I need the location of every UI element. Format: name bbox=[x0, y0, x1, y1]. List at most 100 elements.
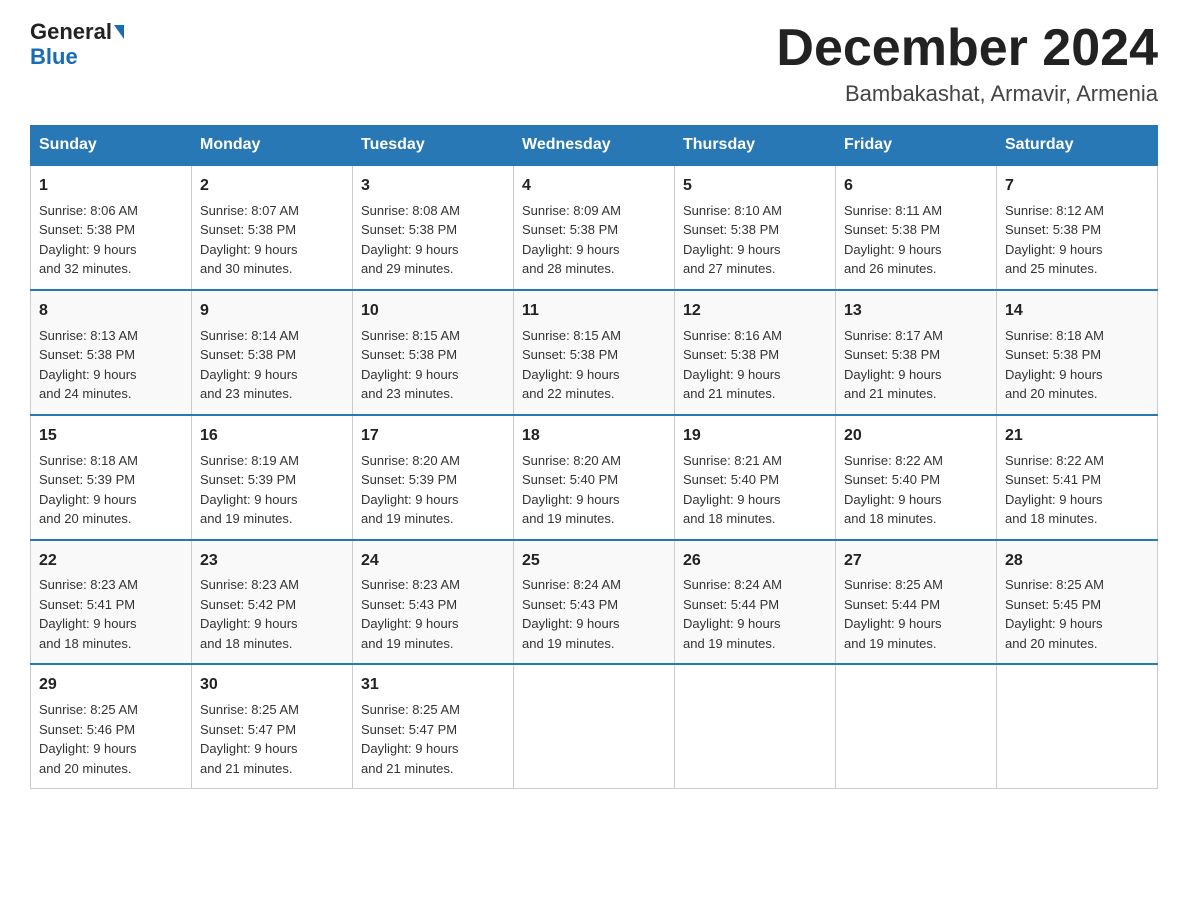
table-row: 13Sunrise: 8:17 AMSunset: 5:38 PMDayligh… bbox=[836, 290, 997, 415]
table-row: 12Sunrise: 8:16 AMSunset: 5:38 PMDayligh… bbox=[675, 290, 836, 415]
day-info: Sunrise: 8:25 AMSunset: 5:46 PMDaylight:… bbox=[39, 700, 183, 778]
table-row: 7Sunrise: 8:12 AMSunset: 5:38 PMDaylight… bbox=[997, 165, 1158, 290]
day-number: 25 bbox=[522, 549, 666, 574]
day-number: 2 bbox=[200, 174, 344, 199]
day-number: 20 bbox=[844, 424, 988, 449]
day-info: Sunrise: 8:21 AMSunset: 5:40 PMDaylight:… bbox=[683, 451, 827, 529]
table-row: 22Sunrise: 8:23 AMSunset: 5:41 PMDayligh… bbox=[31, 540, 192, 665]
table-row: 21Sunrise: 8:22 AMSunset: 5:41 PMDayligh… bbox=[997, 415, 1158, 540]
day-number: 22 bbox=[39, 549, 183, 574]
page-header: General Blue December 2024 Bambakashat, … bbox=[30, 20, 1158, 107]
day-info: Sunrise: 8:16 AMSunset: 5:38 PMDaylight:… bbox=[683, 326, 827, 404]
location-title: Bambakashat, Armavir, Armenia bbox=[776, 81, 1158, 107]
table-row: 29Sunrise: 8:25 AMSunset: 5:46 PMDayligh… bbox=[31, 664, 192, 788]
day-number: 5 bbox=[683, 174, 827, 199]
day-info: Sunrise: 8:06 AMSunset: 5:38 PMDaylight:… bbox=[39, 201, 183, 279]
table-row: 17Sunrise: 8:20 AMSunset: 5:39 PMDayligh… bbox=[353, 415, 514, 540]
day-info: Sunrise: 8:19 AMSunset: 5:39 PMDaylight:… bbox=[200, 451, 344, 529]
day-number: 9 bbox=[200, 299, 344, 324]
day-info: Sunrise: 8:11 AMSunset: 5:38 PMDaylight:… bbox=[844, 201, 988, 279]
logo-triangle-icon bbox=[114, 25, 124, 39]
col-wednesday: Wednesday bbox=[514, 126, 675, 166]
calendar-week-5: 29Sunrise: 8:25 AMSunset: 5:46 PMDayligh… bbox=[31, 664, 1158, 788]
logo: General Blue bbox=[30, 20, 124, 70]
day-info: Sunrise: 8:24 AMSunset: 5:43 PMDaylight:… bbox=[522, 575, 666, 653]
table-row: 18Sunrise: 8:20 AMSunset: 5:40 PMDayligh… bbox=[514, 415, 675, 540]
day-number: 27 bbox=[844, 549, 988, 574]
table-row: 26Sunrise: 8:24 AMSunset: 5:44 PMDayligh… bbox=[675, 540, 836, 665]
day-info: Sunrise: 8:23 AMSunset: 5:43 PMDaylight:… bbox=[361, 575, 505, 653]
day-number: 18 bbox=[522, 424, 666, 449]
day-info: Sunrise: 8:09 AMSunset: 5:38 PMDaylight:… bbox=[522, 201, 666, 279]
day-info: Sunrise: 8:25 AMSunset: 5:47 PMDaylight:… bbox=[200, 700, 344, 778]
day-number: 1 bbox=[39, 174, 183, 199]
day-number: 16 bbox=[200, 424, 344, 449]
day-number: 7 bbox=[1005, 174, 1149, 199]
day-info: Sunrise: 8:15 AMSunset: 5:38 PMDaylight:… bbox=[522, 326, 666, 404]
col-saturday: Saturday bbox=[997, 126, 1158, 166]
day-info: Sunrise: 8:25 AMSunset: 5:47 PMDaylight:… bbox=[361, 700, 505, 778]
calendar-week-4: 22Sunrise: 8:23 AMSunset: 5:41 PMDayligh… bbox=[31, 540, 1158, 665]
day-info: Sunrise: 8:25 AMSunset: 5:45 PMDaylight:… bbox=[1005, 575, 1149, 653]
day-info: Sunrise: 8:18 AMSunset: 5:38 PMDaylight:… bbox=[1005, 326, 1149, 404]
calendar-week-2: 8Sunrise: 8:13 AMSunset: 5:38 PMDaylight… bbox=[31, 290, 1158, 415]
day-number: 31 bbox=[361, 673, 505, 698]
table-row: 16Sunrise: 8:19 AMSunset: 5:39 PMDayligh… bbox=[192, 415, 353, 540]
day-info: Sunrise: 8:10 AMSunset: 5:38 PMDaylight:… bbox=[683, 201, 827, 279]
table-row: 14Sunrise: 8:18 AMSunset: 5:38 PMDayligh… bbox=[997, 290, 1158, 415]
table-row: 24Sunrise: 8:23 AMSunset: 5:43 PMDayligh… bbox=[353, 540, 514, 665]
logo-general: General bbox=[30, 20, 112, 44]
day-number: 29 bbox=[39, 673, 183, 698]
day-number: 17 bbox=[361, 424, 505, 449]
day-number: 19 bbox=[683, 424, 827, 449]
day-number: 3 bbox=[361, 174, 505, 199]
table-row bbox=[514, 664, 675, 788]
table-row: 23Sunrise: 8:23 AMSunset: 5:42 PMDayligh… bbox=[192, 540, 353, 665]
day-info: Sunrise: 8:20 AMSunset: 5:40 PMDaylight:… bbox=[522, 451, 666, 529]
logo-blue: Blue bbox=[30, 44, 78, 70]
table-row: 20Sunrise: 8:22 AMSunset: 5:40 PMDayligh… bbox=[836, 415, 997, 540]
table-row: 11Sunrise: 8:15 AMSunset: 5:38 PMDayligh… bbox=[514, 290, 675, 415]
table-row bbox=[836, 664, 997, 788]
table-row: 8Sunrise: 8:13 AMSunset: 5:38 PMDaylight… bbox=[31, 290, 192, 415]
table-row: 31Sunrise: 8:25 AMSunset: 5:47 PMDayligh… bbox=[353, 664, 514, 788]
table-row: 28Sunrise: 8:25 AMSunset: 5:45 PMDayligh… bbox=[997, 540, 1158, 665]
title-block: December 2024 Bambakashat, Armavir, Arme… bbox=[776, 20, 1158, 107]
day-number: 30 bbox=[200, 673, 344, 698]
day-number: 12 bbox=[683, 299, 827, 324]
table-row: 4Sunrise: 8:09 AMSunset: 5:38 PMDaylight… bbox=[514, 165, 675, 290]
day-number: 15 bbox=[39, 424, 183, 449]
col-sunday: Sunday bbox=[31, 126, 192, 166]
table-row bbox=[997, 664, 1158, 788]
day-number: 21 bbox=[1005, 424, 1149, 449]
table-row: 6Sunrise: 8:11 AMSunset: 5:38 PMDaylight… bbox=[836, 165, 997, 290]
day-number: 24 bbox=[361, 549, 505, 574]
day-number: 23 bbox=[200, 549, 344, 574]
day-number: 6 bbox=[844, 174, 988, 199]
month-title: December 2024 bbox=[776, 20, 1158, 77]
table-row: 1Sunrise: 8:06 AMSunset: 5:38 PMDaylight… bbox=[31, 165, 192, 290]
table-row: 5Sunrise: 8:10 AMSunset: 5:38 PMDaylight… bbox=[675, 165, 836, 290]
day-number: 8 bbox=[39, 299, 183, 324]
table-row: 9Sunrise: 8:14 AMSunset: 5:38 PMDaylight… bbox=[192, 290, 353, 415]
day-info: Sunrise: 8:22 AMSunset: 5:41 PMDaylight:… bbox=[1005, 451, 1149, 529]
day-info: Sunrise: 8:12 AMSunset: 5:38 PMDaylight:… bbox=[1005, 201, 1149, 279]
calendar-table: Sunday Monday Tuesday Wednesday Thursday… bbox=[30, 125, 1158, 789]
calendar-week-3: 15Sunrise: 8:18 AMSunset: 5:39 PMDayligh… bbox=[31, 415, 1158, 540]
day-info: Sunrise: 8:22 AMSunset: 5:40 PMDaylight:… bbox=[844, 451, 988, 529]
day-info: Sunrise: 8:23 AMSunset: 5:42 PMDaylight:… bbox=[200, 575, 344, 653]
calendar-week-1: 1Sunrise: 8:06 AMSunset: 5:38 PMDaylight… bbox=[31, 165, 1158, 290]
day-info: Sunrise: 8:25 AMSunset: 5:44 PMDaylight:… bbox=[844, 575, 988, 653]
day-info: Sunrise: 8:08 AMSunset: 5:38 PMDaylight:… bbox=[361, 201, 505, 279]
day-info: Sunrise: 8:24 AMSunset: 5:44 PMDaylight:… bbox=[683, 575, 827, 653]
table-row: 10Sunrise: 8:15 AMSunset: 5:38 PMDayligh… bbox=[353, 290, 514, 415]
day-number: 11 bbox=[522, 299, 666, 324]
day-number: 26 bbox=[683, 549, 827, 574]
day-info: Sunrise: 8:14 AMSunset: 5:38 PMDaylight:… bbox=[200, 326, 344, 404]
day-info: Sunrise: 8:15 AMSunset: 5:38 PMDaylight:… bbox=[361, 326, 505, 404]
col-tuesday: Tuesday bbox=[353, 126, 514, 166]
col-monday: Monday bbox=[192, 126, 353, 166]
table-row: 15Sunrise: 8:18 AMSunset: 5:39 PMDayligh… bbox=[31, 415, 192, 540]
day-number: 28 bbox=[1005, 549, 1149, 574]
table-row: 25Sunrise: 8:24 AMSunset: 5:43 PMDayligh… bbox=[514, 540, 675, 665]
